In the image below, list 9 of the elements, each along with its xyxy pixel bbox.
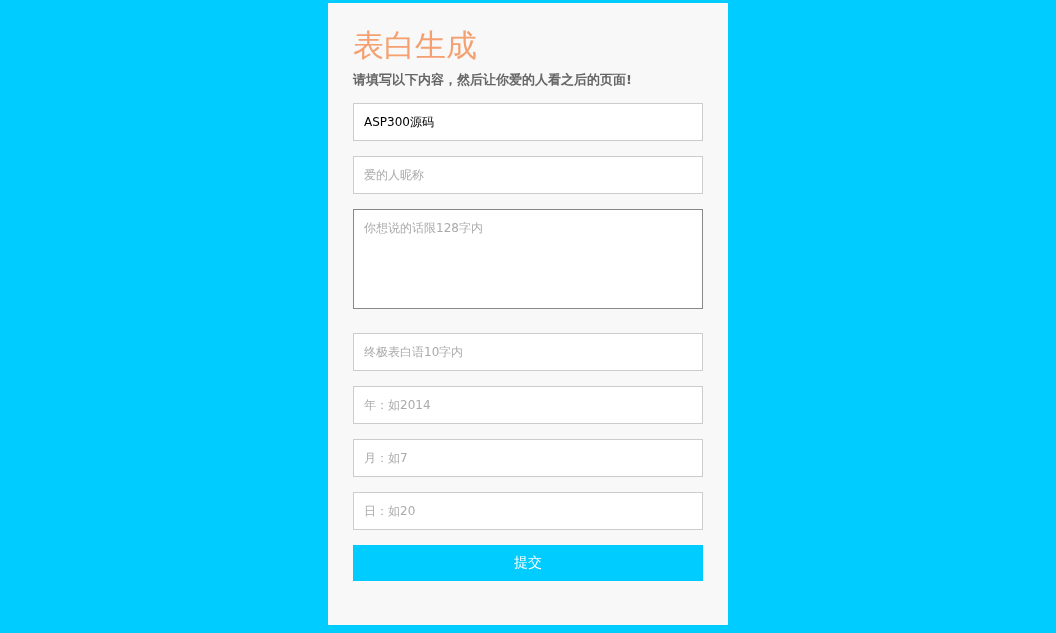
message-field[interactable]: 你想说的话限128字内 (353, 209, 703, 309)
input-field[interactable]: 爱的人昵称 (353, 156, 703, 194)
form-title: 表白生成 (353, 26, 477, 65)
input-field[interactable]: 日：如20 (353, 492, 703, 530)
input-field[interactable]: 年：如2014 (353, 386, 703, 424)
input-field[interactable]: ASP300源码 (353, 103, 703, 141)
input-field[interactable]: 终极表白语10字内 (353, 333, 703, 371)
input-field[interactable]: 月：如7 (353, 439, 703, 477)
form-subtitle: 请填写以下内容，然后让你爱的人看之后的页面! (353, 71, 632, 89)
